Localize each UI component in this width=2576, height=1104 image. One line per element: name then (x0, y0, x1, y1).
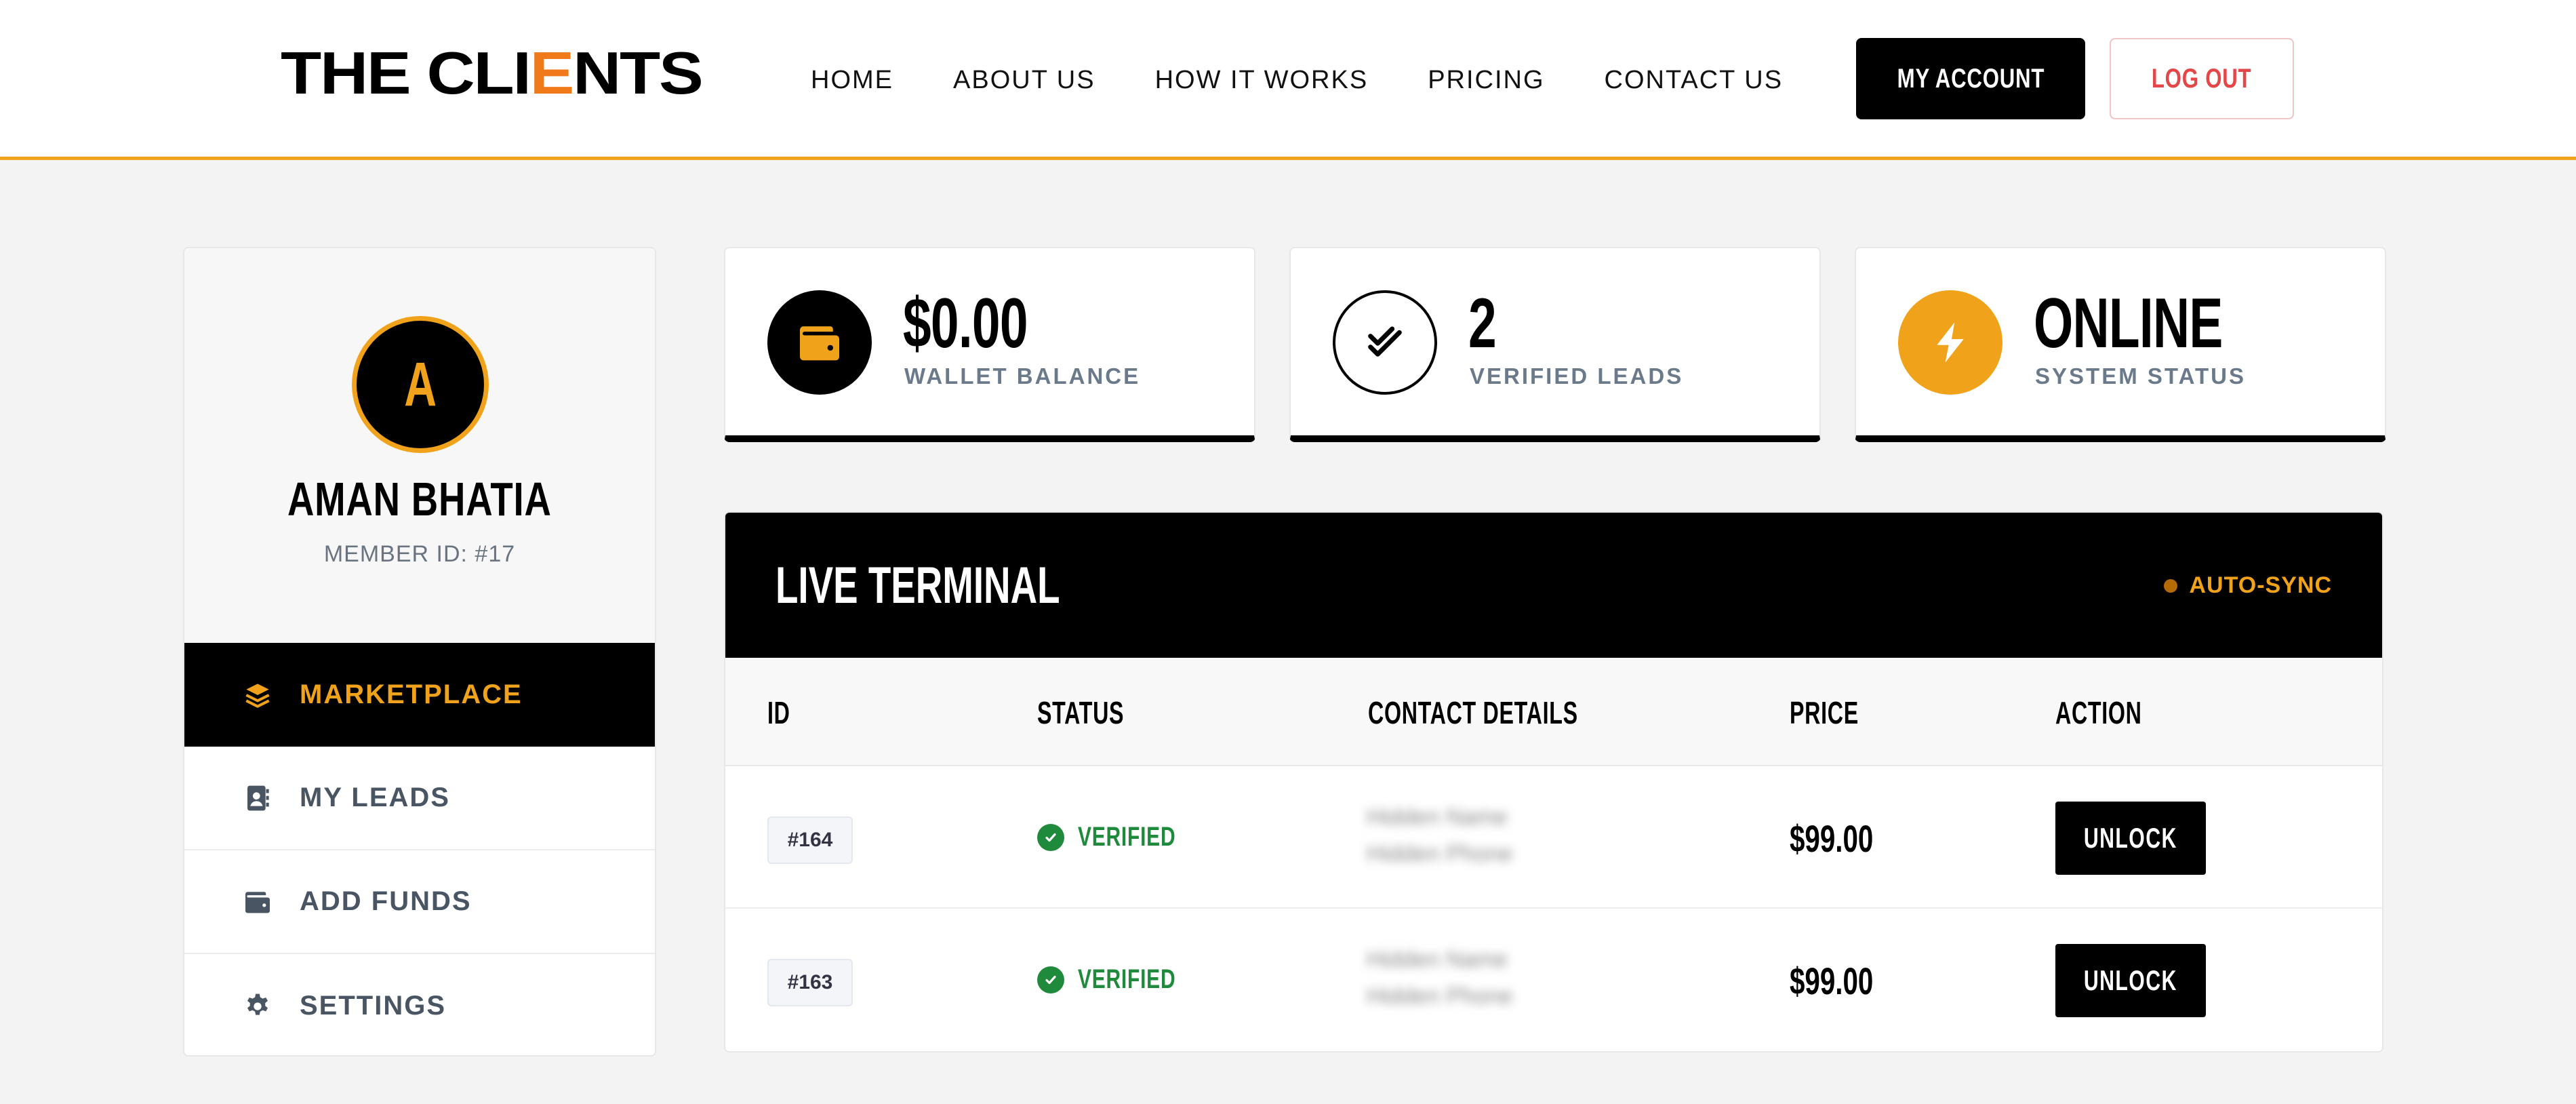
contact-details-blurred: Hidden Name Hidden Phone (1367, 804, 1513, 867)
stat-card-system-status: ONLINE SYSTEM STATUS (1855, 247, 2386, 442)
status-badge: VERIFIED (1037, 822, 1208, 852)
system-status-value: ONLINE (2034, 284, 2223, 363)
contact-book-icon (243, 783, 273, 813)
main-nav: HOME ABOUT US HOW IT WORKS PRICING CONTA… (811, 61, 1783, 99)
wallet-icon (243, 887, 273, 917)
sidebar: A AMAN BHATIA MEMBER ID: #17 MARKETPLACE… (183, 247, 656, 1057)
unlock-button[interactable]: UNLOCK (2055, 802, 2206, 875)
column-header-contact-details: CONTACT DETAILS (1368, 695, 1578, 730)
check-circle-icon (1037, 966, 1064, 993)
column-header-id: ID (767, 695, 790, 730)
contact-details-blurred: Hidden Name Hidden Phone (1367, 947, 1513, 1009)
profile-name: AMAN BHATIA (287, 473, 552, 526)
table-header: ID STATUS CONTACT DETAILS PRICE ACTION (725, 658, 2382, 766)
check-circle-icon (1037, 823, 1064, 851)
sidebar-item-settings[interactable]: SETTINGS (184, 954, 655, 1055)
layers-icon (243, 680, 273, 710)
sidebar-item-label: MY LEADS (300, 783, 450, 812)
column-header-action: ACTION (2055, 695, 2142, 730)
sidebar-item-my-leads[interactable]: MY LEADS (184, 747, 655, 850)
stat-card-wallet: $0.00 WALLET BALANCE (724, 247, 1255, 442)
nav-about-us[interactable]: ABOUT US (953, 66, 1095, 95)
lead-id-badge: #164 (767, 816, 853, 864)
sidebar-item-label: SETTINGS (300, 991, 447, 1021)
table-row: #163 VERIFIED Hidden Name Hidden Phone $… (725, 909, 2382, 1051)
table-row: #164 VERIFIED Hidden Name Hidden Phone $… (725, 766, 2382, 909)
nav-pricing[interactable]: PRICING (1428, 66, 1544, 95)
site-header: THE CLIENTS HOME ABOUT US HOW IT WORKS P… (0, 0, 2576, 160)
stat-card-verified-leads: 2 VERIFIED LEADS (1289, 247, 1821, 442)
terminal-title: LIVE TERMINAL (776, 557, 1060, 614)
auto-sync-indicator: AUTO-SYNC (2163, 572, 2333, 599)
gear-icon (243, 991, 273, 1021)
status-label: VERIFIED (1078, 964, 1176, 994)
lead-price: $99.00 (1790, 817, 1874, 860)
lead-price: $99.00 (1790, 960, 1874, 1002)
sidebar-item-add-funds[interactable]: ADD FUNDS (184, 850, 655, 954)
live-terminal-panel: LIVE TERMINAL AUTO-SYNC ID STATUS CONTAC… (724, 511, 2383, 1052)
sidebar-item-label: ADD FUNDS (300, 886, 472, 916)
bolt-icon (1898, 290, 2003, 395)
logo-text: THE CLIENTS (281, 39, 704, 106)
verified-leads-label: VERIFIED LEADS (1470, 363, 1684, 389)
column-header-status: STATUS (1037, 695, 1125, 730)
status-badge: VERIFIED (1037, 964, 1208, 995)
sidebar-item-marketplace[interactable]: MARKETPLACE (184, 643, 655, 747)
terminal-header: LIVE TERMINAL AUTO-SYNC (725, 513, 2382, 658)
sync-dot-icon (2163, 578, 2177, 593)
system-status-label: SYSTEM STATUS (2035, 363, 2246, 389)
avatar: A (352, 316, 489, 453)
column-header-price: PRICE (1790, 695, 1859, 730)
log-out-button[interactable]: LOG OUT (2110, 38, 2294, 119)
my-account-button[interactable]: MY ACCOUNT (1856, 38, 2085, 119)
nav-home[interactable]: HOME (811, 66, 893, 95)
lead-id-badge: #163 (767, 959, 853, 1006)
status-label: VERIFIED (1078, 822, 1176, 852)
nav-contact-us[interactable]: CONTACT US (1605, 66, 1784, 95)
log-out-label: LOG OUT (2152, 63, 2252, 94)
wallet-balance-label: WALLET BALANCE (904, 363, 1141, 389)
auto-sync-label: AUTO-SYNC (2189, 572, 2332, 598)
wallet-balance-value: $0.00 (903, 284, 1028, 363)
nav-how-it-works[interactable]: HOW IT WORKS (1155, 66, 1369, 95)
avatar-initial: A (404, 349, 437, 419)
verified-leads-value: 2 (1468, 284, 1497, 363)
member-id: MEMBER ID: #17 (323, 541, 516, 567)
profile-card: A AMAN BHATIA MEMBER ID: #17 (184, 248, 655, 643)
my-account-label: MY ACCOUNT (1897, 63, 2045, 94)
wallet-icon (767, 290, 872, 395)
logo[interactable]: THE CLIENTS (281, 39, 704, 106)
unlock-button[interactable]: UNLOCK (2055, 944, 2206, 1017)
sidebar-item-label: MARKETPLACE (300, 679, 523, 709)
double-check-icon (1333, 290, 1437, 395)
